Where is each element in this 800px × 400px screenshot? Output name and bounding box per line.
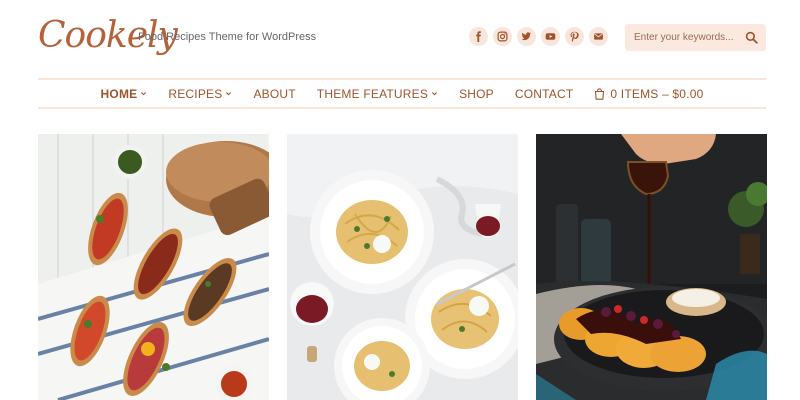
recipe-grid <box>38 134 767 400</box>
nav-shop-label: SHOP <box>459 86 494 101</box>
youtube-icon[interactable] <box>541 27 560 46</box>
social-links <box>469 27 608 46</box>
instagram-icon[interactable] <box>493 27 512 46</box>
site-tagline: Food Recipes Theme for WordPress <box>138 31 317 43</box>
pinterest-icon[interactable] <box>565 27 584 46</box>
cart-summary: 0 ITEMS – $0.00 <box>610 86 704 101</box>
facebook-icon[interactable] <box>469 27 488 46</box>
twitter-icon[interactable] <box>517 27 536 46</box>
nav-about-label: ABOUT <box>253 86 296 101</box>
search-icon[interactable] <box>745 31 758 44</box>
nav-recipes[interactable]: RECIPES <box>168 87 232 101</box>
nav-theme-features[interactable]: THEME FEATURES <box>317 87 438 101</box>
nav-theme-features-label: THEME FEATURES <box>316 86 429 101</box>
nav-recipes-label: RECIPES <box>168 86 223 101</box>
chevron-down-icon <box>432 92 438 96</box>
chevron-down-icon <box>141 92 147 96</box>
recipe-card-pasta[interactable] <box>287 134 518 400</box>
recipe-card-pancakes[interactable] <box>536 134 767 400</box>
pancakes-syrup-photo <box>536 134 767 400</box>
bruschetta-photo <box>38 134 269 400</box>
nav-shop[interactable]: SHOP <box>459 87 494 101</box>
nav-home[interactable]: HOME <box>101 87 148 101</box>
nav-contact-label: CONTACT <box>514 86 574 101</box>
site-header: Cookely Food Recipes Theme for WordPress <box>38 0 766 78</box>
email-icon[interactable] <box>589 27 608 46</box>
shopping-bag-icon <box>595 87 605 100</box>
pasta-wine-photo <box>287 134 518 400</box>
nav-cart[interactable]: 0 ITEMS – $0.00 <box>594 87 703 101</box>
search-box <box>625 24 766 51</box>
nav-about[interactable]: ABOUT <box>253 87 295 101</box>
chevron-down-icon <box>226 92 232 96</box>
nav-contact[interactable]: CONTACT <box>515 87 574 101</box>
search-input[interactable] <box>634 32 744 43</box>
nav-home-label: HOME <box>100 86 138 101</box>
recipe-card-bruschetta[interactable] <box>38 134 269 400</box>
main-navigation: HOME RECIPES ABOUT THEME FEATURES SHOP C… <box>38 78 766 109</box>
